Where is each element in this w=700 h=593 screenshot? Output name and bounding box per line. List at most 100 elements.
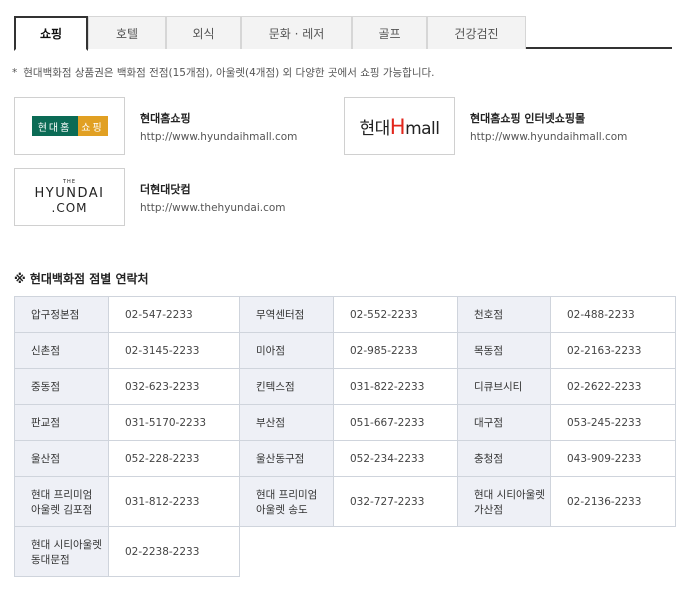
branch-name-line: 신촌점: [31, 345, 60, 357]
tab-golf[interactable]: 골프: [352, 16, 427, 49]
branch-name-line: 미아점: [256, 345, 285, 357]
table-row: 압구정본점 02-547-2233 무역센터점 02-552-2233 천호점 02-48…: [14, 296, 676, 333]
branch-name-line: 판교점: [31, 417, 60, 429]
branch-name-line: 천호점: [474, 309, 503, 321]
logo-text-pre: 현대: [359, 118, 390, 139]
branch-name-line: 울산동구점: [256, 453, 305, 465]
branch-name-line: 킨텍스점: [256, 381, 295, 393]
branch-phone: 052-228-2233: [108, 440, 240, 477]
branch-name: 중동점: [14, 368, 109, 405]
branch-phone: 032-727-2233: [333, 476, 458, 527]
branch-name: 울산점: [14, 440, 109, 477]
site-url[interactable]: http://www.hyundaihmall.com: [140, 131, 297, 143]
tab-shopping[interactable]: 쇼핑: [14, 16, 88, 51]
site-info: 현대홈쇼핑 인터넷쇼핑몰 http://www.hyundaihmall.com: [470, 110, 627, 143]
logo-text-h: H: [389, 114, 406, 139]
branch-name: 현대 프리미엄아울렛 송도: [239, 476, 334, 527]
branch-name: 현대 시티아울렛가산점: [457, 476, 551, 527]
table-row: 판교점 031-5170-2233 부산점 051-667-2233 대구점 053-24…: [14, 404, 676, 441]
tab-health-checkup[interactable]: 건강검진: [427, 16, 526, 49]
branch-name-line: 중동점: [31, 381, 60, 393]
branch-phone: 031-5170-2233: [108, 404, 240, 441]
branch-name: 목동점: [457, 332, 551, 369]
site-url[interactable]: http://www.thehyundai.com: [140, 202, 286, 214]
branch-name: 현대 프리미엄아울렛 김포점: [14, 476, 109, 527]
branch-name-line: 디큐브시티: [474, 381, 523, 393]
tab-hotel[interactable]: 호텔: [88, 16, 166, 49]
branch-name: 무역센터점: [239, 296, 334, 333]
site-name: 현대홈쇼핑: [140, 111, 191, 125]
branch-phone: 053-245-2233: [550, 404, 676, 441]
hmall-logo[interactable]: 현대 Hmall: [344, 97, 455, 155]
branch-name-line: 부산점: [256, 417, 285, 429]
tab-label: 문화 · 레저: [268, 26, 325, 41]
branch-name: 충청점: [457, 440, 551, 477]
table-row: 중동점 032-623-2233 킨텍스점 031-822-2233 디큐브시티 02-2…: [14, 368, 676, 405]
branch-phone: 031-822-2233: [333, 368, 458, 405]
table-row: 현대 시티아울렛 동대문점 02-2238-2233: [14, 526, 676, 577]
branch-name: 울산동구점: [239, 440, 334, 477]
branch-name-line: 무역센터점: [256, 309, 305, 321]
table-row: 울산점 052-228-2233 울산동구점 052-234-2233 충청점 043-9…: [14, 440, 676, 477]
site-info: 현대홈쇼핑 http://www.hyundaihmall.com: [140, 110, 297, 143]
notice: * 현대백화점 상품권은 백화점 전점(15개점), 아울렛(4개점) 외 다양한…: [12, 65, 435, 80]
tab-label: 외식: [192, 26, 215, 41]
tab-label: 건강검진: [454, 26, 499, 41]
branch-name: 압구정본점: [14, 296, 109, 333]
branch-name: 미아점: [239, 332, 334, 369]
branch-name-line: 대구점: [474, 417, 503, 429]
branch-name: 판교점: [14, 404, 109, 441]
branch-phone: 031-812-2233: [108, 476, 240, 527]
tab-label: 호텔: [115, 26, 139, 41]
branch-phone: 02-2163-2233: [550, 332, 676, 369]
branch-phone: 02-488-2233: [550, 296, 676, 333]
contacts-table: 압구정본점 02-547-2233 무역센터점 02-552-2233 천호점 02-48…: [14, 296, 676, 577]
branch-phone: 02-3145-2233: [108, 332, 240, 369]
branch-name-line: 아울렛 송도: [256, 503, 308, 516]
hyundai-homeshopping-logo[interactable]: 현대홈 쇼핑: [14, 97, 125, 155]
tab-bar: 쇼핑 호텔 외식 문화 · 레저 골프 건강검진: [14, 16, 672, 51]
hmall-logo-mark: 현대 Hmall: [359, 114, 440, 139]
thehyundai-logo[interactable]: THE HYUNDAI .COM: [14, 168, 125, 226]
logo-text-the: THE: [63, 179, 76, 185]
site-info: 더현대닷컴 http://www.thehyundai.com: [140, 181, 286, 214]
branch-name-line: 현대 시티아울렛: [31, 538, 102, 551]
branch-name-line: 압구정본점: [31, 309, 80, 321]
branch-name-line: 충청점: [474, 453, 503, 465]
thehyundai-logo-mark: THE HYUNDAI .COM: [34, 179, 105, 215]
site-hyundai-homeshopping: 현대홈 쇼핑 현대홈쇼핑 http://www.hyundaihmall.com: [14, 97, 297, 155]
branch-name-line: 현대 시티아울렛: [474, 488, 545, 501]
logo-text-main: HYUNDAI: [34, 186, 105, 201]
tab-culture-leisure[interactable]: 문화 · 레저: [241, 16, 352, 49]
site-url[interactable]: http://www.hyundaihmall.com: [470, 131, 627, 143]
tab-dining[interactable]: 외식: [166, 16, 241, 49]
branch-phone: 02-2622-2233: [550, 368, 676, 405]
branch-name: 대구점: [457, 404, 551, 441]
hyundai-homeshopping-logo-mark: 현대홈 쇼핑: [31, 116, 108, 136]
branch-phone: 02-985-2233: [333, 332, 458, 369]
branch-name-line: 가산점: [474, 503, 503, 516]
branch-phone: 052-234-2233: [333, 440, 458, 477]
branch-name-line: 현대 프리미엄: [256, 488, 318, 501]
branch-phone: 032-623-2233: [108, 368, 240, 405]
notice-bullet: *: [12, 67, 18, 79]
site-name: 현대홈쇼핑 인터넷쇼핑몰: [470, 111, 586, 125]
logo-text-left: 현대홈: [31, 116, 78, 136]
branch-phone: 02-552-2233: [333, 296, 458, 333]
branch-name-line: 현대 프리미엄: [31, 488, 93, 501]
branch-phone: 02-547-2233: [108, 296, 240, 333]
branch-name-line: 목동점: [474, 345, 503, 357]
branch-phone: 043-909-2233: [550, 440, 676, 477]
branch-name-line: 아울렛 김포점: [31, 503, 93, 516]
branch-name: 천호점: [457, 296, 551, 333]
branch-name: 킨텍스점: [239, 368, 334, 405]
branch-phone: 02-2238-2233: [108, 526, 240, 577]
tab-label: 골프: [378, 26, 401, 41]
branch-name: 디큐브시티: [457, 368, 551, 405]
branch-name: 신촌점: [14, 332, 109, 369]
site-name: 더현대닷컴: [140, 182, 191, 196]
table-row: 신촌점 02-3145-2233 미아점 02-985-2233 목동점 02-2163-…: [14, 332, 676, 369]
logo-text-right: 쇼핑: [77, 116, 108, 136]
branch-name: 부산점: [239, 404, 334, 441]
branch-name-line: 울산점: [31, 453, 60, 465]
